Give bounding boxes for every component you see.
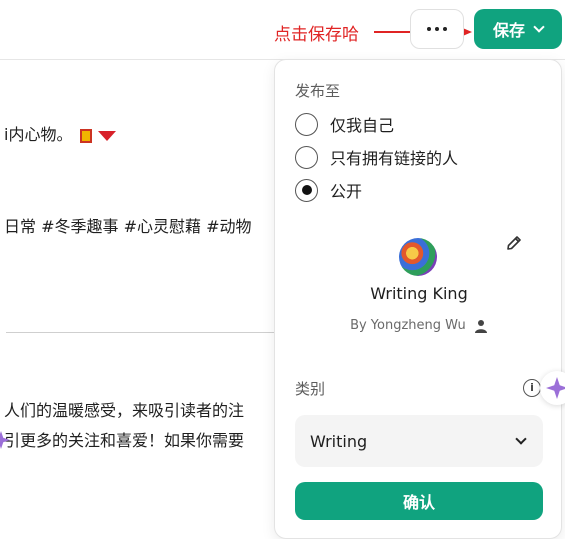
emoji-icon (80, 128, 93, 143)
chevron-down-icon (515, 433, 527, 445)
annotation-text: 点击保存哈 (274, 25, 359, 45)
pencil-icon[interactable] (505, 234, 523, 252)
content-line: 人们的温暖感受，来吸引读者的注 (4, 401, 245, 420)
divider (6, 332, 274, 333)
save-button-label: 保存 (492, 21, 525, 40)
save-button[interactable]: 保存 (474, 9, 562, 49)
heart-icon (98, 130, 117, 141)
person-icon (474, 319, 487, 333)
more-options-button[interactable] (410, 9, 464, 49)
radio-button-selected[interactable] (295, 178, 318, 202)
content-line: i内心物。 (4, 121, 117, 145)
sparkle-icon[interactable] (0, 431, 10, 449)
sparkle-icon (546, 377, 565, 399)
publish-to-label: 发布至 (295, 82, 341, 100)
visibility-option-link[interactable]: 只有拥有链接的人 (295, 145, 458, 169)
content-line: 引更多的关注和喜爱！如果你需要 (4, 431, 245, 450)
publish-dropdown-panel: 发布至 仅我自己 只有拥有链接的人 公开 Writing King By Yon… (274, 59, 562, 539)
visibility-option-public[interactable]: 公开 (295, 178, 362, 202)
more-horizontal-icon (427, 27, 431, 31)
top-bar: 点击保存哈 保存 (0, 0, 565, 60)
visibility-option-only-me[interactable]: 仅我自己 (295, 112, 394, 136)
confirm-button[interactable]: 确认 (295, 482, 543, 520)
gpt-name: Writing King (370, 284, 468, 303)
gpt-avatar (399, 238, 437, 276)
chevron-down-icon (533, 21, 545, 33)
content-line: 日常 #冬季趣事 #心灵慰藉 #动物 (4, 217, 252, 236)
category-label: 类别 (295, 380, 326, 398)
author-byline: By Yongzheng Wu (275, 318, 563, 333)
chat-content: i内心物。 日常 #冬季趣事 #心灵慰藉 #动物 人们的温暖感受，来吸引读者的注… (0, 61, 274, 532)
radio-button[interactable] (295, 112, 318, 136)
radio-button[interactable] (295, 145, 318, 169)
category-select[interactable]: Writing (295, 415, 543, 467)
info-icon[interactable]: i (523, 379, 541, 397)
